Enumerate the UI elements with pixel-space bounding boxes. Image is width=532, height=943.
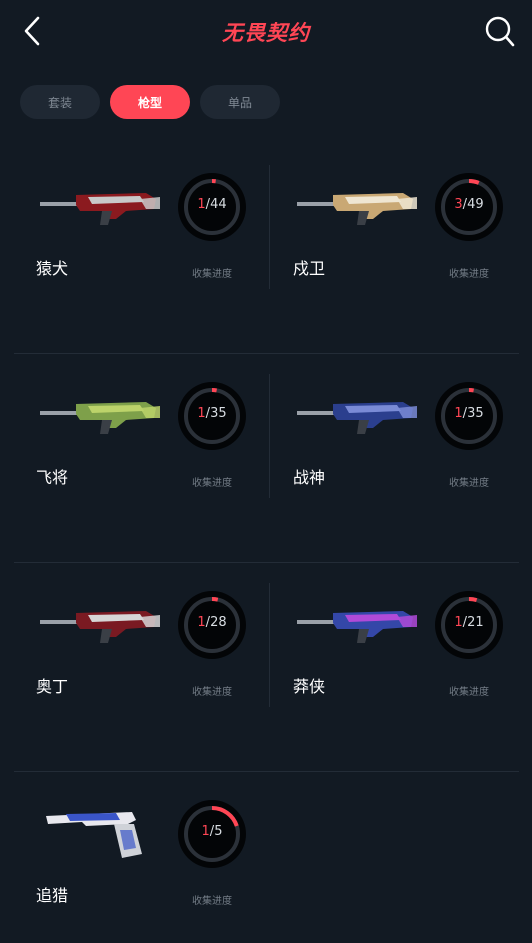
collected-count: 1 bbox=[197, 197, 206, 212]
collected-count: 1 bbox=[201, 824, 210, 839]
progress-count: 1/28 bbox=[197, 615, 227, 630]
progress-label: 收集进度 bbox=[192, 687, 232, 698]
collection-progress-ring: 1/35 bbox=[178, 382, 246, 450]
progress-count: 3/49 bbox=[454, 197, 484, 212]
weapon-grid: 猿犬 1/44 收集进度 戍卫 3/49 收集进度 飞将 1/35 收集进度 战… bbox=[14, 145, 519, 943]
total-count: 28 bbox=[210, 615, 227, 630]
weapon-image bbox=[40, 611, 160, 643]
weapon-card[interactable]: 飞将 1/35 收集进度 bbox=[14, 354, 264, 563]
weapon-row: 追猎 1/5 收集进度 bbox=[14, 772, 519, 943]
tab-single-items[interactable]: 单品 bbox=[200, 85, 280, 119]
column-divider bbox=[269, 583, 270, 707]
total-count: 49 bbox=[467, 197, 484, 212]
weapon-card[interactable]: 猿犬 1/44 收集进度 bbox=[14, 145, 264, 354]
weapon-image bbox=[297, 402, 417, 434]
collection-progress-ring: 1/5 bbox=[178, 800, 246, 868]
tab-weapon-types[interactable]: 枪型 bbox=[110, 85, 190, 119]
total-count: 21 bbox=[467, 615, 484, 630]
search-icon[interactable] bbox=[484, 14, 516, 48]
collected-count: 1 bbox=[454, 615, 463, 630]
weapon-row: 奥丁 1/28 收集进度 莽侠 1/21 收集进度 bbox=[14, 563, 519, 772]
column-divider bbox=[269, 165, 270, 289]
progress-label: 收集进度 bbox=[192, 478, 232, 489]
collection-progress-ring: 1/35 bbox=[435, 382, 503, 450]
weapon-name: 战神 bbox=[293, 468, 326, 487]
page-title: 无畏契约 bbox=[222, 21, 310, 45]
weapon-card[interactable]: 莽侠 1/21 收集进度 bbox=[271, 563, 521, 772]
total-count: 35 bbox=[467, 406, 484, 421]
collected-count: 3 bbox=[454, 197, 463, 212]
weapon-row: 猿犬 1/44 收集进度 戍卫 3/49 收集进度 bbox=[14, 145, 519, 354]
collected-count: 1 bbox=[454, 406, 463, 421]
progress-label: 收集进度 bbox=[192, 269, 232, 280]
collection-progress-ring: 1/28 bbox=[178, 591, 246, 659]
progress-label: 收集进度 bbox=[192, 896, 232, 907]
collection-progress-ring: 1/44 bbox=[178, 173, 246, 241]
progress-count: 1/44 bbox=[197, 197, 227, 212]
collected-count: 1 bbox=[197, 406, 206, 421]
weapon-image bbox=[40, 402, 160, 434]
progress-count: 1/35 bbox=[197, 406, 227, 421]
total-count: 5 bbox=[214, 824, 223, 839]
weapon-name: 奥丁 bbox=[36, 677, 69, 696]
pistol-image bbox=[46, 812, 142, 858]
weapon-card[interactable]: 奥丁 1/28 收集进度 bbox=[14, 563, 264, 772]
column-divider bbox=[269, 374, 270, 498]
weapon-card[interactable]: 战神 1/35 收集进度 bbox=[271, 354, 521, 563]
weapon-name: 追猎 bbox=[36, 886, 69, 905]
total-count: 35 bbox=[210, 406, 227, 421]
progress-count: 1/5 bbox=[201, 824, 223, 839]
weapon-image bbox=[40, 193, 160, 225]
weapon-row: 飞将 1/35 收集进度 战神 1/35 收集进度 bbox=[14, 354, 519, 563]
collection-progress-ring: 1/21 bbox=[435, 591, 503, 659]
weapon-card[interactable]: 戍卫 3/49 收集进度 bbox=[271, 145, 521, 354]
weapon-image bbox=[297, 193, 417, 225]
weapon-image bbox=[297, 611, 417, 643]
progress-count: 1/35 bbox=[454, 406, 484, 421]
collected-count: 1 bbox=[197, 615, 206, 630]
weapon-name: 莽侠 bbox=[293, 677, 326, 696]
app-header: 无畏契约 bbox=[0, 0, 532, 64]
weapon-name: 飞将 bbox=[36, 468, 69, 487]
collection-progress-ring: 3/49 bbox=[435, 173, 503, 241]
total-count: 44 bbox=[210, 197, 227, 212]
weapon-name: 猿犬 bbox=[36, 259, 69, 278]
tab-bundles[interactable]: 套装 bbox=[20, 85, 100, 119]
category-tabs: 套装 枪型 单品 bbox=[20, 85, 280, 119]
progress-label: 收集进度 bbox=[449, 687, 489, 698]
progress-label: 收集进度 bbox=[449, 269, 489, 280]
progress-count: 1/21 bbox=[454, 615, 484, 630]
weapon-name: 戍卫 bbox=[293, 259, 326, 278]
weapon-card[interactable]: 追猎 1/5 收集进度 bbox=[14, 772, 264, 943]
progress-label: 收集进度 bbox=[449, 478, 489, 489]
